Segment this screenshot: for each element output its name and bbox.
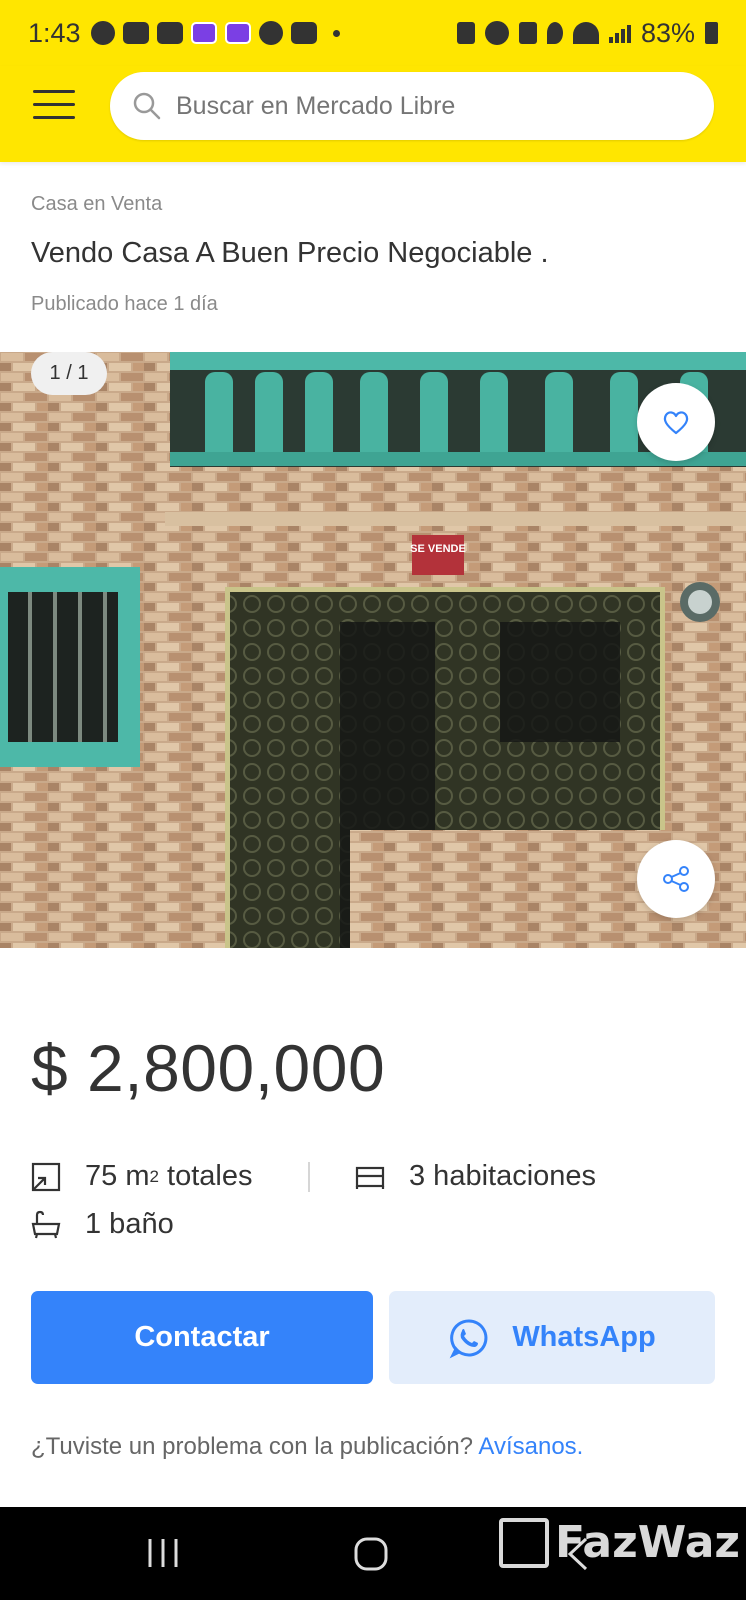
search-icon [133, 92, 161, 120]
search-placeholder: Buscar en Mercado Libre [176, 91, 456, 120]
battery-percent: 83% [640, 17, 695, 48]
app-header: Buscar en Mercado Libre [0, 66, 746, 162]
area-suffix: totales [158, 1160, 253, 1192]
contact-button[interactable]: Contactar [31, 1291, 373, 1384]
area-value: 75 m [85, 1160, 150, 1192]
photo-counter: 1 / 1 [31, 352, 107, 395]
watermark-text: FazWaz [554, 1517, 740, 1568]
status-bar: 1:43 83% [0, 0, 746, 66]
watermark-logo-icon [498, 1517, 549, 1568]
home-icon[interactable] [354, 1537, 388, 1571]
report-link[interactable]: Avísanos. [478, 1433, 583, 1460]
favorite-button[interactable] [637, 383, 715, 461]
attribute-baths: 1 baño [31, 1208, 174, 1241]
baths-value: 1 baño [85, 1208, 174, 1240]
whatsapp-icon [449, 1318, 488, 1358]
share-button[interactable] [637, 840, 715, 918]
house-photo-illustration: SE VENDE [0, 352, 746, 948]
report-problem: ¿Tuviste un problema con la publicación?… [31, 1433, 583, 1461]
share-icon [663, 866, 689, 892]
whatsapp-button[interactable]: WhatsApp [389, 1291, 715, 1384]
search-input[interactable]: Buscar en Mercado Libre [110, 72, 714, 140]
more-notifications-icon [332, 29, 340, 37]
location-icon [546, 22, 563, 44]
battery-saver-icon [456, 22, 475, 44]
hamburger-icon[interactable] [33, 90, 75, 120]
listing-price: $ 2,800,000 [31, 1031, 386, 1105]
recent-apps-icon[interactable] [146, 1537, 180, 1569]
notification-icons [90, 21, 340, 45]
report-question: ¿Tuviste un problema con la publicación? [31, 1433, 479, 1460]
app-icon [224, 22, 251, 44]
bathtub-icon [31, 1210, 61, 1238]
listing-title: Vendo Casa A Buen Precio Negociable . [31, 237, 549, 269]
attribute-divider [308, 1162, 310, 1192]
watermark: FazWaz [498, 1517, 740, 1568]
battery-icon [705, 22, 718, 44]
whatsapp-label: WhatsApp [512, 1321, 656, 1353]
alarm-icon [484, 21, 509, 45]
attribute-area: 75 m2 totales [31, 1160, 252, 1193]
area-icon [31, 1162, 61, 1191]
mute-icon [518, 22, 537, 44]
rooms-value: 3 habitaciones [409, 1160, 597, 1192]
car-icon [290, 22, 317, 44]
youtube-icon [122, 22, 149, 44]
signal-icon [608, 23, 631, 43]
listing-category[interactable]: Casa en Venta [31, 193, 162, 216]
status-time: 1:43 [28, 17, 81, 48]
bed-icon [355, 1166, 385, 1189]
listing-photo[interactable]: SE VENDE [0, 352, 746, 948]
app-icon [190, 22, 217, 44]
youtube-icon [156, 22, 183, 44]
sale-sign: SE VENDE [410, 543, 466, 555]
heart-icon [663, 411, 689, 435]
attribute-rooms: 3 habitaciones [355, 1160, 596, 1193]
system-icons: 83% [456, 17, 718, 49]
wifi-icon [572, 22, 599, 44]
posted-date: Publicado hace 1 día [31, 293, 218, 315]
chat-icon [258, 21, 283, 45]
whatsapp-icon [90, 21, 115, 45]
